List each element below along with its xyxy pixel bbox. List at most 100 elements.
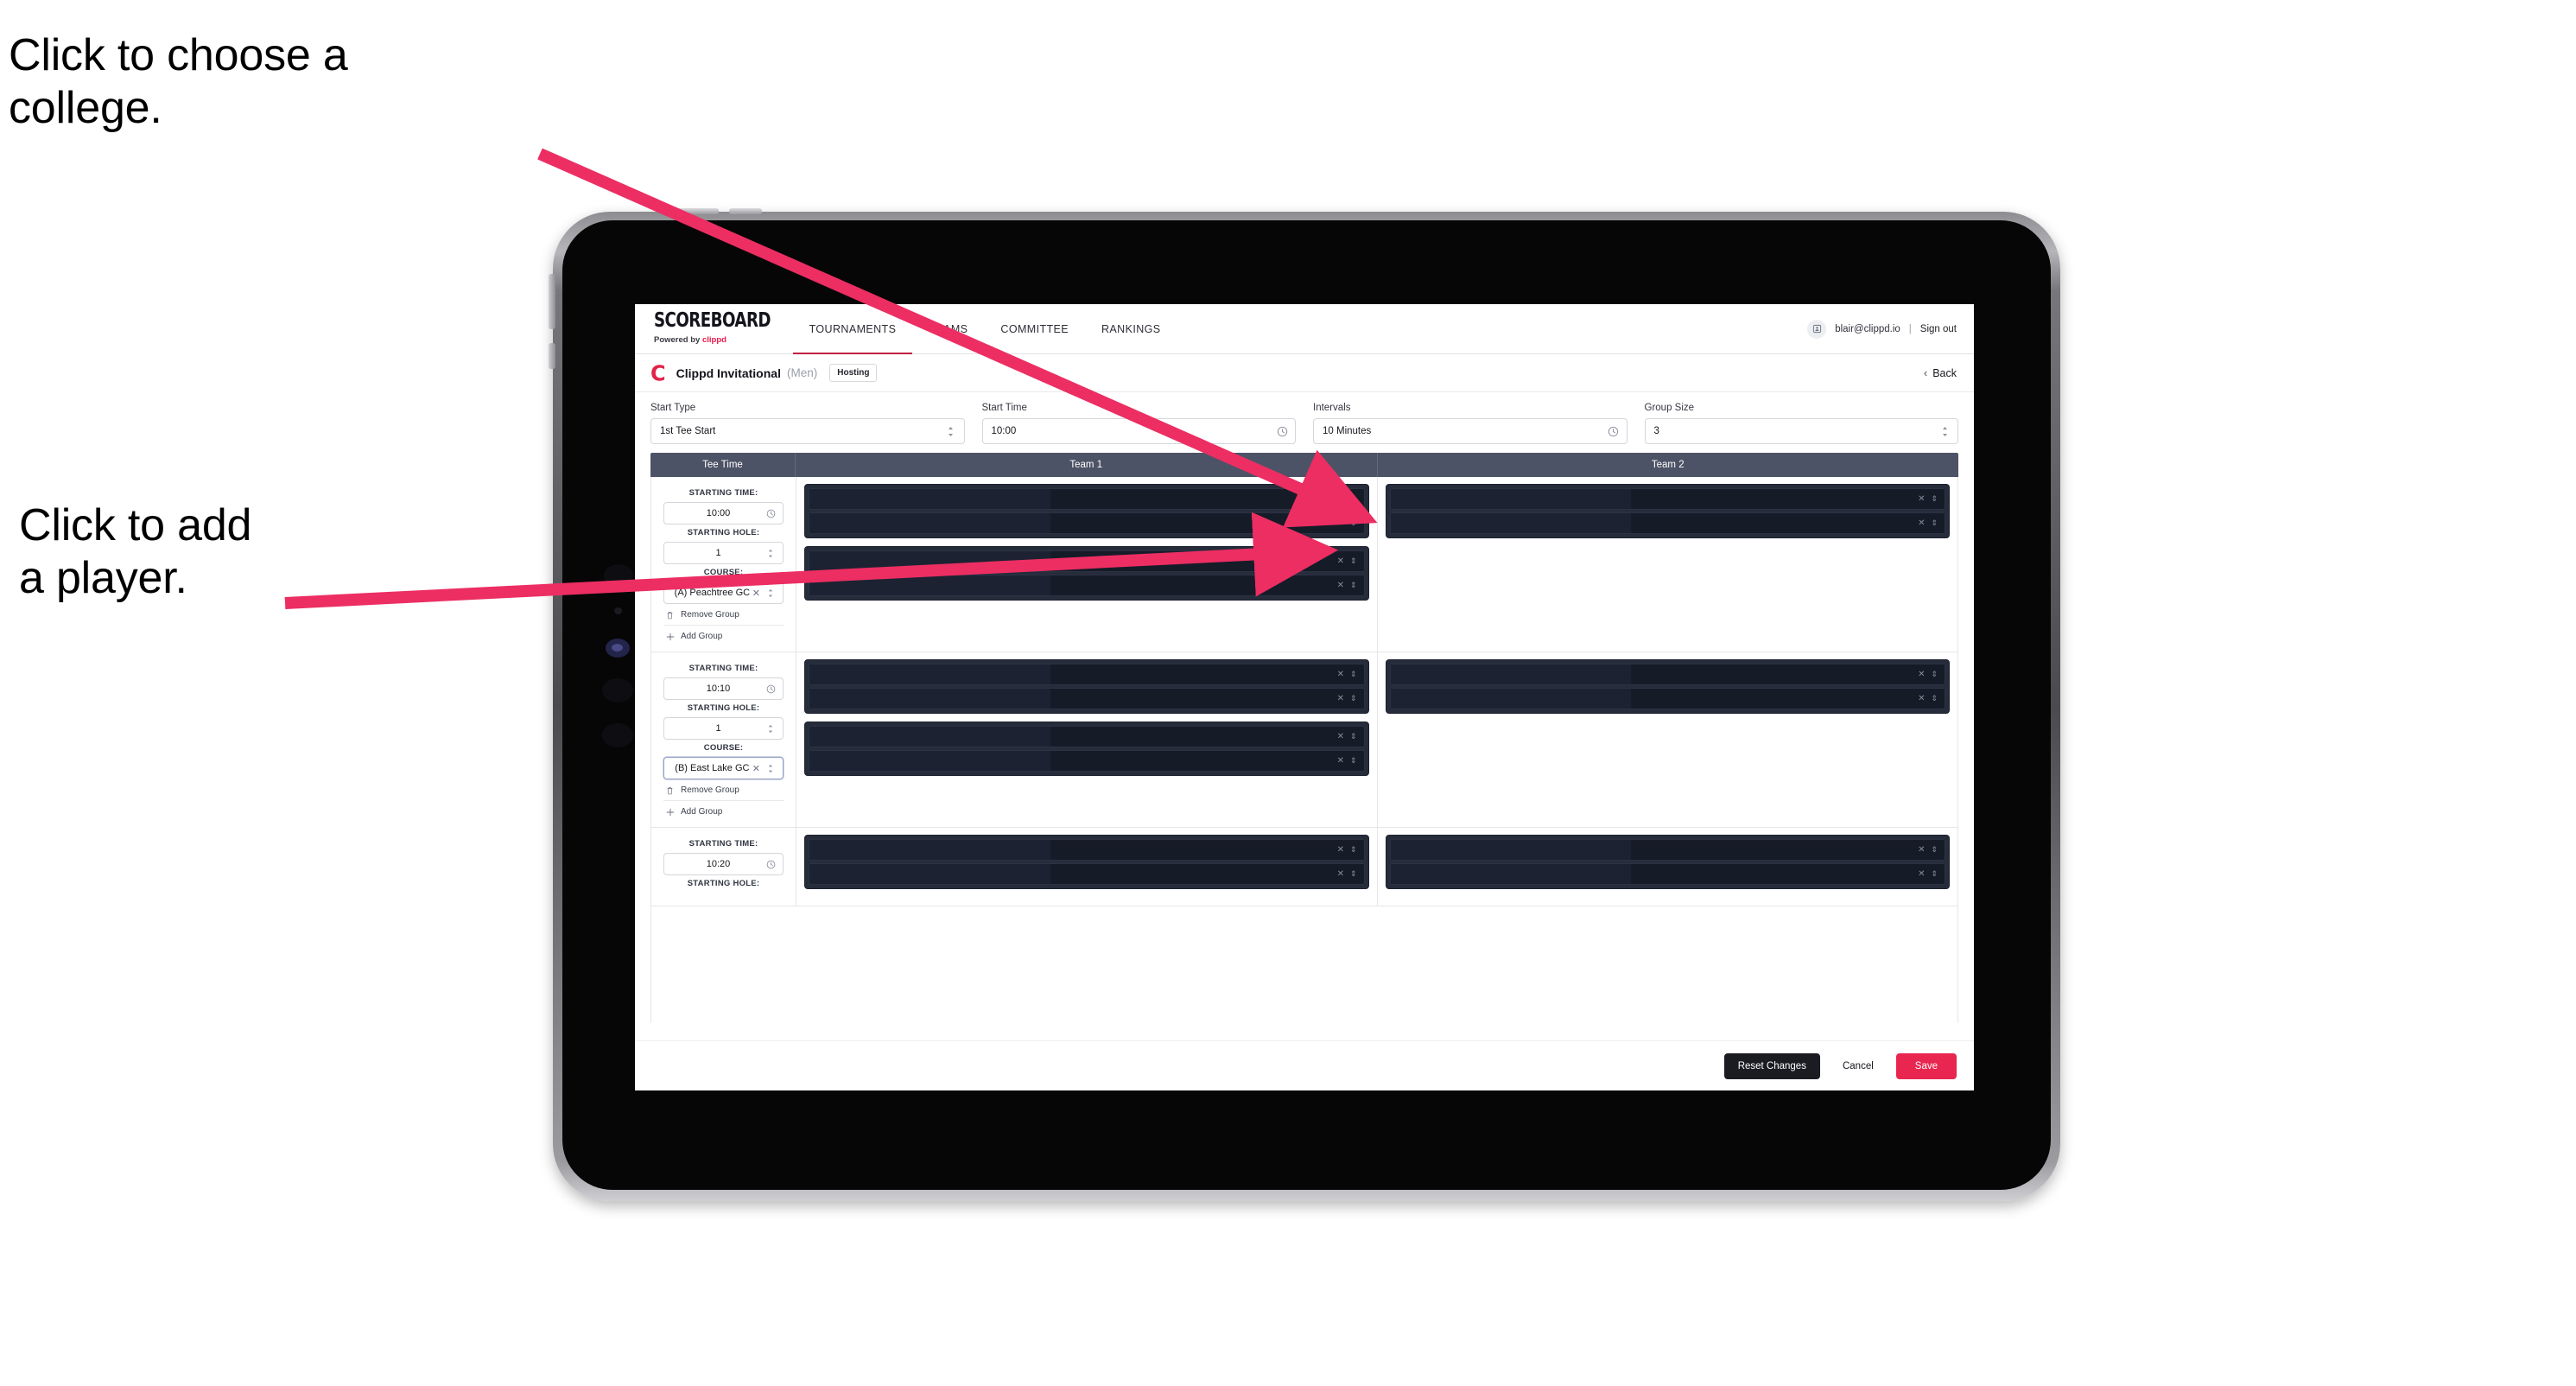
start-type-select[interactable]: 1st Tee Start [650, 418, 965, 444]
add-group-button[interactable]: Add Group [663, 801, 784, 818]
start-time-input[interactable]: 10:00 [981, 418, 1296, 444]
stepper-icon[interactable]: ⇕ [1350, 494, 1357, 504]
stepper-icon[interactable] [765, 587, 777, 599]
add-group-button[interactable]: Add Group [663, 626, 784, 643]
close-icon[interactable]: ✕ [1337, 869, 1344, 879]
stepper-icon[interactable]: ⇕ [1931, 694, 1938, 703]
stepper-icon[interactable]: ⇕ [1350, 556, 1357, 566]
starting-time-input[interactable]: 10:20 [663, 853, 784, 875]
player-slot[interactable]: ✕ ⇕ [1389, 488, 1945, 510]
close-icon[interactable]: ✕ [1918, 694, 1925, 703]
close-icon[interactable]: ✕ [1337, 670, 1344, 679]
save-button[interactable]: Save [1895, 1052, 1957, 1079]
tab-teams[interactable]: TEAMS [912, 304, 984, 353]
stepper-icon[interactable]: ⇕ [1350, 581, 1357, 590]
player-slot[interactable]: ✕ ⇕ [1389, 688, 1945, 709]
stepper-icon[interactable] [765, 722, 777, 734]
clock-icon[interactable] [1276, 425, 1288, 437]
course-select[interactable]: (B) East Lake GC ✕ [663, 757, 784, 779]
close-icon[interactable]: ✕ [1337, 756, 1344, 766]
stepper-icon[interactable]: ⇕ [1350, 869, 1357, 879]
player-slot[interactable]: ✕ ⇕ [809, 512, 1365, 534]
stepper-icon[interactable] [1938, 425, 1951, 437]
tee-time-cell: STARTING TIME: 10:10 STARTING HOLE: 1 CO… [651, 652, 796, 827]
starting-time-input[interactable]: 10:00 [663, 502, 784, 525]
close-icon[interactable]: ✕ [1337, 518, 1344, 528]
group-size-select[interactable]: 3 [1644, 418, 1958, 444]
player-name-redacted [1390, 664, 1632, 684]
close-icon[interactable]: ✕ [1337, 556, 1344, 566]
player-slot[interactable]: ✕ ⇕ [809, 664, 1365, 685]
clock-icon[interactable] [765, 683, 777, 695]
player-slot[interactable]: ✕ ⇕ [809, 550, 1365, 572]
clock-icon[interactable] [765, 858, 777, 870]
stepper-icon[interactable]: ⇕ [1931, 494, 1938, 504]
plus-icon [665, 632, 675, 641]
close-icon[interactable]: ✕ [752, 588, 760, 599]
stepper-icon[interactable]: ⇕ [1350, 694, 1357, 703]
cancel-button[interactable]: Cancel [1836, 1053, 1881, 1079]
player-slot[interactable]: ✕ ⇕ [809, 575, 1365, 596]
player-slot[interactable]: ✕ ⇕ [809, 863, 1365, 885]
player-name-redacted [809, 575, 1050, 595]
remove-group-button[interactable]: Remove Group [663, 604, 784, 626]
stepper-icon[interactable]: ⇕ [1931, 670, 1938, 679]
remove-group-button[interactable]: Remove Group [663, 779, 784, 801]
close-icon[interactable]: ✕ [1337, 694, 1344, 703]
player-slot[interactable]: ✕ ⇕ [1389, 839, 1945, 861]
stepper-icon[interactable]: ⇕ [1350, 845, 1357, 855]
close-icon[interactable]: ✕ [1918, 494, 1925, 504]
close-icon[interactable]: ✕ [1337, 494, 1344, 504]
player-slot[interactable]: ✕ ⇕ [1389, 664, 1945, 685]
tab-tournaments[interactable]: TOURNAMENTS [792, 304, 913, 354]
player-name-redacted [1390, 689, 1632, 709]
avatar[interactable] [1807, 319, 1827, 339]
table-body[interactable]: STARTING TIME: 10:00 STARTING HOLE: 1 CO… [650, 477, 1958, 1023]
close-icon[interactable]: ✕ [1337, 581, 1344, 590]
close-icon[interactable]: ✕ [1918, 845, 1925, 855]
starting-time-input[interactable]: 10:10 [663, 677, 784, 700]
stepper-icon[interactable]: ⇕ [1350, 670, 1357, 679]
player-slot[interactable]: ✕ ⇕ [809, 726, 1365, 747]
close-icon[interactable]: ✕ [1337, 845, 1344, 855]
course-value: (B) East Lake GC [675, 763, 750, 773]
stepper-icon[interactable] [765, 762, 777, 774]
close-icon[interactable]: ✕ [1918, 670, 1925, 679]
player-slot[interactable]: ✕ ⇕ [809, 688, 1365, 709]
close-icon[interactable]: ✕ [1918, 869, 1925, 879]
course-select[interactable]: (A) Peachtree GC ✕ [663, 582, 784, 604]
tab-rankings[interactable]: RANKINGS [1085, 304, 1177, 353]
sign-out-link[interactable]: Sign out [1920, 324, 1957, 334]
stepper-icon[interactable]: ⇕ [1931, 845, 1938, 855]
player-slot[interactable]: ✕ ⇕ [1389, 863, 1945, 885]
player-slot[interactable]: ✕ ⇕ [1389, 512, 1945, 534]
stepper-icon[interactable]: ⇕ [1931, 869, 1938, 879]
stepper-icon[interactable]: ⇕ [1350, 518, 1357, 528]
clock-icon[interactable] [1608, 425, 1620, 437]
starting-hole-input[interactable]: 1 [663, 717, 784, 740]
player-group: ✕ ⇕ ✕ ⇕ [804, 484, 1369, 538]
brand-logo[interactable]: SCOREBOARD Powered by clippd [635, 304, 793, 353]
player-name-redacted [809, 864, 1050, 884]
close-icon[interactable]: ✕ [752, 763, 760, 774]
tournament-gender: (Men) [786, 366, 818, 379]
intervals-input[interactable]: 10 Minutes [1313, 418, 1627, 444]
stepper-icon[interactable]: ⇕ [1931, 518, 1938, 528]
player-slot[interactable]: ✕ ⇕ [809, 839, 1365, 861]
stepper-icon[interactable]: ⇕ [1350, 756, 1357, 766]
stepper-icon[interactable]: ⇕ [1350, 732, 1357, 741]
close-icon[interactable]: ✕ [1337, 732, 1344, 741]
stepper-icon[interactable] [765, 547, 777, 559]
tablet-top-button-1 [670, 208, 719, 214]
start-time-label: Start Time [981, 403, 1027, 413]
stepper-icon[interactable] [945, 425, 957, 437]
player-slot[interactable]: ✕ ⇕ [809, 750, 1365, 772]
clock-icon[interactable] [765, 507, 777, 519]
starting-hole-input[interactable]: 1 [663, 542, 784, 564]
tab-committee[interactable]: COMMITTEE [984, 304, 1085, 353]
player-slot[interactable]: ✕ ⇕ [809, 488, 1365, 510]
reset-changes-button[interactable]: Reset Changes [1723, 1052, 1820, 1079]
annotation-add-player: Click to add a player. [19, 500, 252, 604]
back-button[interactable]: ‹ Back [1924, 366, 1957, 379]
close-icon[interactable]: ✕ [1918, 518, 1925, 528]
